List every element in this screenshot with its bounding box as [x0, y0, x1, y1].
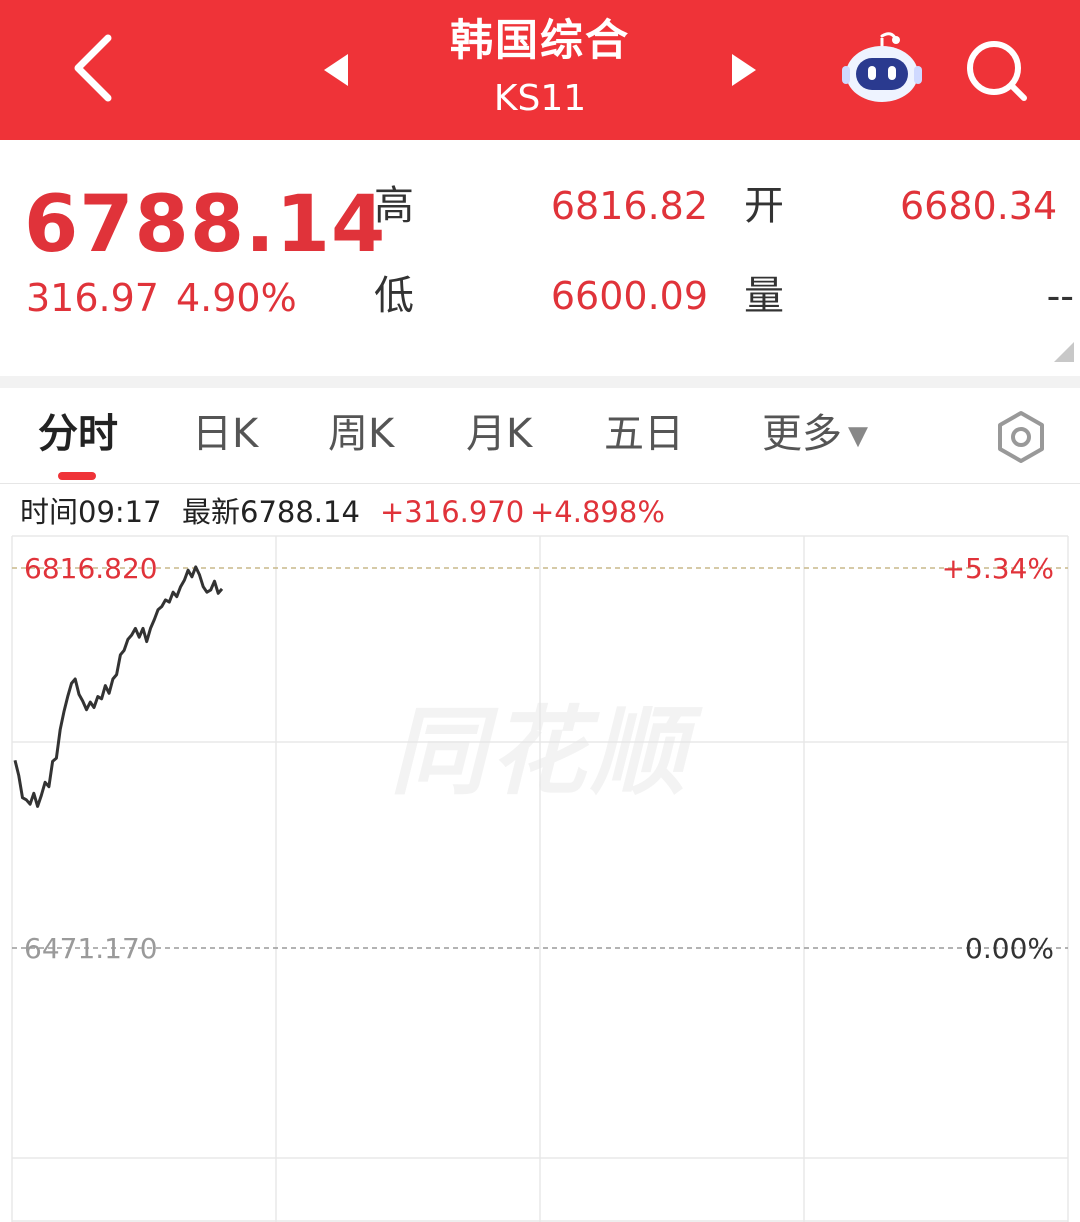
- volume-label: 量: [744, 273, 784, 319]
- open-value: 6680.34: [900, 184, 1058, 228]
- volume-value: --: [1046, 274, 1074, 318]
- tab-five-day[interactable]: 五日: [604, 408, 684, 460]
- tab-more-label: 更多: [762, 411, 842, 457]
- hexagon-settings-icon: [998, 411, 1044, 463]
- index-code: KS11: [493, 78, 587, 119]
- tab-monthly-k[interactable]: 月K: [466, 408, 532, 460]
- y-axis-mid-label: 6471.170: [24, 932, 158, 965]
- search-icon: [967, 41, 1027, 101]
- y-axis-top-label: 6816.820: [24, 552, 158, 585]
- intraday-chart-svg: 6816.820 6471.170 +5.34% 0.00%: [11, 535, 1069, 1222]
- intraday-chart[interactable]: 同花顺 6816.820 6471.170 +5.34% 0.00%: [0, 534, 1080, 1222]
- active-tab-indicator: [58, 472, 96, 480]
- prev-index-button[interactable]: [318, 48, 354, 92]
- period-tabs: 分时 日K 周K 月K 五日 更多 ▼: [0, 388, 1080, 484]
- info-time: 时间09:17: [20, 495, 162, 529]
- high-label: 高: [374, 183, 414, 229]
- tabs-divider: [0, 483, 1080, 484]
- open-label: 开: [744, 183, 784, 229]
- info-change: +316.970: [380, 495, 525, 529]
- high-value: 6816.82: [550, 184, 708, 228]
- quote-panel: 6788.14 316.97 4.90% 高 6816.82 开 6680.34…: [0, 140, 1080, 376]
- section-divider: [0, 376, 1080, 388]
- tab-intraday[interactable]: 分时: [38, 408, 118, 460]
- chart-grid: [11, 535, 1069, 1222]
- search-button[interactable]: [962, 38, 1032, 104]
- price-change: 316.97: [26, 276, 159, 320]
- caret-down-icon: ▼: [848, 421, 868, 451]
- title-block: 韩国综合 KS11: [390, 12, 690, 124]
- tab-daily-k[interactable]: 日K: [192, 408, 258, 460]
- last-price: 6788.14: [24, 180, 387, 270]
- next-index-button[interactable]: [726, 48, 762, 92]
- info-latest: 最新6788.14: [182, 495, 360, 529]
- expand-corner-icon[interactable]: [1054, 342, 1074, 362]
- robot-icon: [842, 32, 922, 102]
- low-value: 6600.09: [550, 274, 708, 318]
- price-change-percent: 4.90%: [176, 276, 297, 320]
- pct-axis-mid-label: 0.00%: [965, 932, 1054, 965]
- top-bar: 韩国综合 KS11: [0, 0, 1080, 140]
- info-change-percent: +4.898%: [530, 495, 665, 529]
- price-line-series: [13, 565, 224, 808]
- index-name: 韩国综合: [450, 16, 630, 66]
- tab-weekly-k[interactable]: 周K: [328, 408, 394, 460]
- chevron-left-icon: [74, 34, 112, 102]
- triangle-right-icon: [732, 54, 756, 86]
- assistant-button[interactable]: [836, 28, 924, 108]
- low-label: 低: [374, 273, 414, 319]
- tab-more[interactable]: 更多 ▼: [762, 408, 868, 462]
- pct-axis-top-label: +5.34%: [942, 552, 1054, 585]
- back-button[interactable]: [60, 28, 130, 108]
- chart-settings-button[interactable]: [994, 410, 1048, 464]
- triangle-left-icon: [324, 54, 348, 86]
